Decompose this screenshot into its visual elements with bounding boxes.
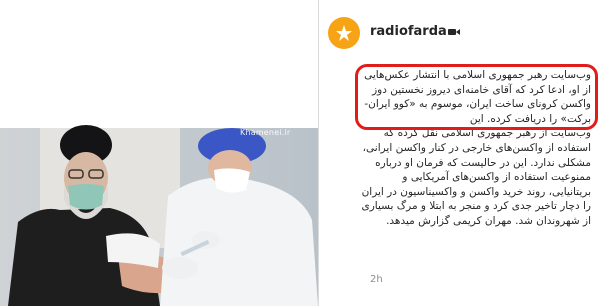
video-camera-icon (448, 29, 460, 35)
vaccination-scene-image (0, 125, 318, 306)
caption-body-text: وب‌سایت از رهبر جمهوری اسلامی نقل کرده ک… (361, 127, 592, 227)
post-photo[interactable]: Khamenei.ir (0, 0, 318, 306)
photo-watermark: Khamenei.ir (240, 128, 291, 137)
red-highlight-frame (355, 64, 598, 130)
post-timestamp[interactable]: 2h (370, 274, 383, 285)
username-link[interactable]: radiofarda (370, 24, 447, 39)
radiofarda-logo-icon[interactable] (328, 17, 360, 49)
post-panel: radiofarda وب‌سایت رهبر جمهوری اسلامی با… (318, 0, 605, 306)
